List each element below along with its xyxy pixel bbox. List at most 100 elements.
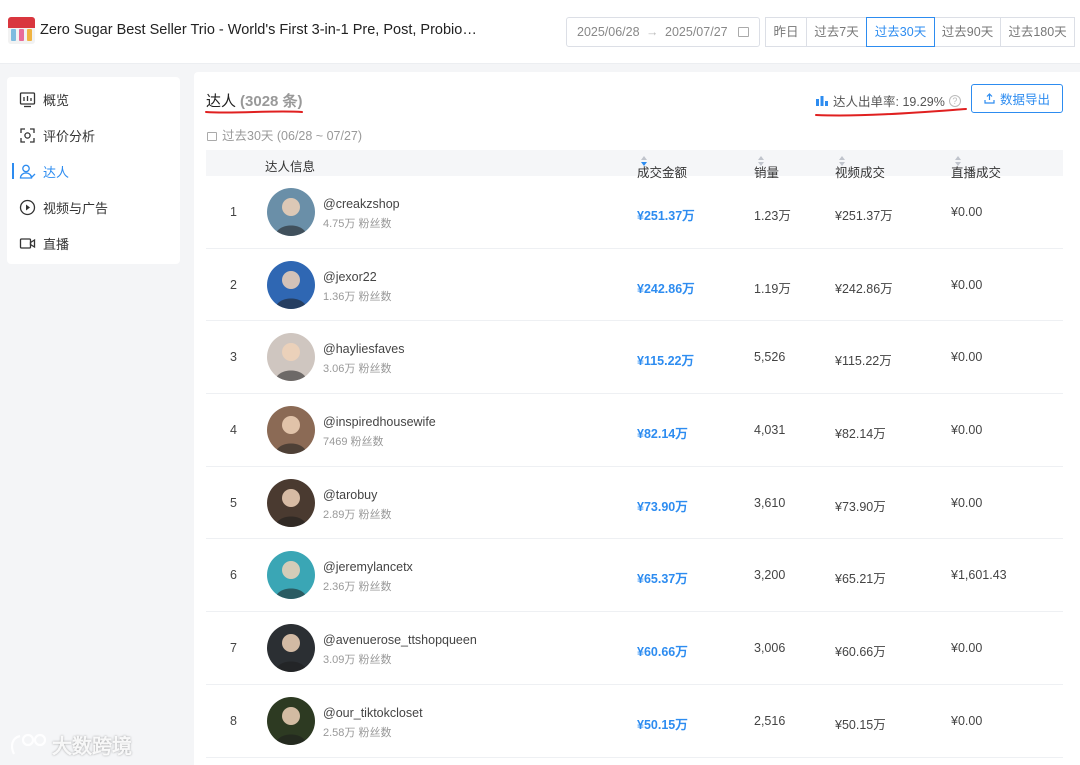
sidebar-item-overview[interactable]: 概览 xyxy=(19,87,69,111)
rank-number: 6 xyxy=(230,568,237,583)
creator-handle-link[interactable]: @our_tiktokcloset xyxy=(323,706,423,720)
table-row[interactable]: 7 @avenuerose_ttshopqueen 3.09万 粉丝数 ¥60.66万… xyxy=(206,612,1063,685)
date-range-picker[interactable]: 2025/06/28 → 2025/07/27 xyxy=(566,17,760,47)
upload-export-icon xyxy=(984,93,995,104)
video-play-icon xyxy=(19,199,36,215)
gmv-value: ¥50.15万 xyxy=(637,717,688,732)
product-title: Zero Sugar Best Seller Trio - World's Fi… xyxy=(40,22,480,38)
gmv-value: ¥60.66万 xyxy=(637,645,688,660)
rank-number: 5 xyxy=(230,495,237,510)
creator-avatar[interactable] xyxy=(267,478,315,527)
live-gmv-value: ¥0.00 xyxy=(951,350,983,365)
red-annotation-underline xyxy=(205,110,303,114)
range-180d-button[interactable]: 过去180天 xyxy=(1000,17,1075,47)
col-sales[interactable]: 销量 xyxy=(754,156,779,180)
table-row[interactable]: 4 @inspiredhousewife 7469 粉丝数 ¥82.14万 4,031 ¥… xyxy=(206,394,1063,467)
avatar-image xyxy=(267,551,315,600)
rank-number: 4 xyxy=(230,423,237,438)
range-7d-button[interactable]: 过去7天 xyxy=(806,17,867,47)
range-button-group: 昨日 过去7天 过去30天 过去90天 过去180天 xyxy=(765,17,1075,47)
table-row[interactable]: 6 @jeremylancetx 2.36万 粉丝数 ¥65.37万 3,200 ¥65.… xyxy=(206,539,1063,613)
avatar-image xyxy=(267,478,315,527)
watermark-text: 大数跨境 xyxy=(52,736,132,758)
table-row[interactable]: 1 @creakzshop 4.75万 粉丝数 ¥251.37万 1.23万 ¥251.3… xyxy=(206,176,1063,249)
creator-handle-link[interactable]: @avenuerose_ttshopqueen xyxy=(323,633,477,647)
creator-avatar[interactable] xyxy=(267,551,315,600)
video-gmv-value: ¥60.66万 xyxy=(835,645,886,660)
review-analysis-icon xyxy=(20,127,35,143)
gmv-value: ¥65.37万 xyxy=(637,572,688,587)
sidebar-item-video-ads[interactable]: 视频与广告 xyxy=(19,195,108,219)
follower-count: 1.36万 粉丝数 xyxy=(323,290,392,303)
live-gmv-value: ¥0.00 xyxy=(951,423,983,438)
table-row[interactable]: 5 @tarobuy 2.89万 粉丝数 ¥73.90万 3,610 ¥73.90万 ¥0.… xyxy=(206,467,1063,540)
creator-avatar[interactable] xyxy=(267,333,315,382)
table-header: 达人信息 成交金额 销量 视频成交 直播成交 xyxy=(206,150,1063,180)
creator-handle-link[interactable]: @tarobuy xyxy=(323,488,377,502)
col-gmv[interactable]: 成交金额 xyxy=(637,156,687,180)
red-annotation-underline xyxy=(815,108,967,117)
creator-handle-link[interactable]: @hayliesfaves xyxy=(323,342,404,356)
avatar-image xyxy=(267,406,315,455)
table-row[interactable]: 3 @hayliesfaves 3.06万 粉丝数 ¥115.22万 5,526 ¥115… xyxy=(206,321,1063,395)
rank-number: 2 xyxy=(230,277,237,292)
sales-value: 5,526 xyxy=(754,350,786,365)
watermark: 大数跨境 xyxy=(8,730,132,759)
sidebar-item-label: 直播 xyxy=(43,236,70,252)
calendar-icon xyxy=(738,27,749,37)
sidebar-item-label: 评价分析 xyxy=(43,128,96,144)
follower-count: 7469 粉丝数 xyxy=(323,436,384,449)
export-data-button[interactable]: 数据导出 xyxy=(971,84,1063,113)
sidebar-item-live[interactable]: 直播 xyxy=(19,231,69,255)
creator-panel: 达人 (3028 条) 过去30天 (06/28 ~ 07/27) 达人出单率: … xyxy=(194,72,1080,765)
gmv-value: ¥251.37万 xyxy=(637,209,695,223)
sort-icon xyxy=(758,156,764,166)
sidebar-item-review-analysis[interactable]: 评价分析 xyxy=(19,123,95,147)
live-gmv-value: ¥0.00 xyxy=(951,277,983,292)
avatar-image xyxy=(267,624,315,673)
avatar-image xyxy=(267,696,315,745)
gmv-value: ¥82.14万 xyxy=(637,427,688,442)
follower-count: 2.58万 粉丝数 xyxy=(323,726,392,739)
creator-avatar[interactable] xyxy=(267,260,315,309)
range-yesterday-button[interactable]: 昨日 xyxy=(765,17,807,47)
creator-avatar[interactable] xyxy=(267,696,315,745)
range-90d-button[interactable]: 过去90天 xyxy=(934,17,1001,47)
col-video-gmv[interactable]: 视频成交 xyxy=(835,156,885,180)
bar-chart-icon xyxy=(816,96,828,106)
col-live-gmv[interactable]: 直播成交 xyxy=(951,156,1001,180)
live-gmv-value: ¥1,601.43 xyxy=(951,568,1007,583)
range-30d-button[interactable]: 过去30天 xyxy=(866,17,935,47)
help-question-icon[interactable]: ? xyxy=(948,94,961,107)
sub-range-text: 过去30天 (06/28 ~ 07/27) xyxy=(222,129,363,143)
creator-avatar[interactable] xyxy=(267,624,315,673)
sales-value: 1.23万 xyxy=(754,209,791,223)
date-start: 2025/06/28 xyxy=(577,25,640,39)
sort-icon xyxy=(839,156,845,166)
follower-count: 4.75万 粉丝数 xyxy=(323,218,392,230)
video-gmv-value: ¥65.21万 xyxy=(835,572,886,587)
table-row[interactable]: 8 @our_tiktokcloset 2.58万 粉丝数 ¥50.15万 2,516 ¥… xyxy=(206,685,1063,758)
rank-number: 3 xyxy=(230,350,237,365)
creator-handle-link[interactable]: @jeremylancetx xyxy=(323,560,413,574)
sidebar: 概览 评价分析 达人 视频与广告 直播 xyxy=(7,77,180,264)
follower-count: 3.06万 粉丝数 xyxy=(323,363,392,376)
creator-avatar[interactable] xyxy=(267,406,315,455)
sales-value: 3,200 xyxy=(754,568,786,583)
sort-icon xyxy=(641,156,647,166)
overview-chart-icon xyxy=(19,91,36,107)
rank-number: 8 xyxy=(230,713,237,728)
table-row[interactable]: 2 @jexor22 1.36万 粉丝数 ¥242.86万 1.19万 ¥242.86万 ¥… xyxy=(206,249,1063,322)
sales-value: 3,006 xyxy=(754,641,786,656)
watermark-logo-icon xyxy=(10,733,47,754)
follower-count: 2.89万 粉丝数 xyxy=(323,508,392,521)
creator-handle-link[interactable]: @creakzshop xyxy=(323,197,400,211)
rank-number: 7 xyxy=(230,641,237,656)
creator-table-body: 1 @creakzshop 4.75万 粉丝数 ¥251.37万 1.23万 ¥251.3… xyxy=(206,176,1063,758)
calendar-small-icon xyxy=(207,132,217,141)
creator-handle-link[interactable]: @inspiredhousewife xyxy=(323,415,436,429)
creator-avatar[interactable] xyxy=(267,188,315,236)
creator-handle-link[interactable]: @jexor22 xyxy=(323,270,377,284)
video-gmv-value: ¥251.37万 xyxy=(835,209,893,223)
sidebar-item-creators[interactable]: 达人 xyxy=(11,159,69,183)
